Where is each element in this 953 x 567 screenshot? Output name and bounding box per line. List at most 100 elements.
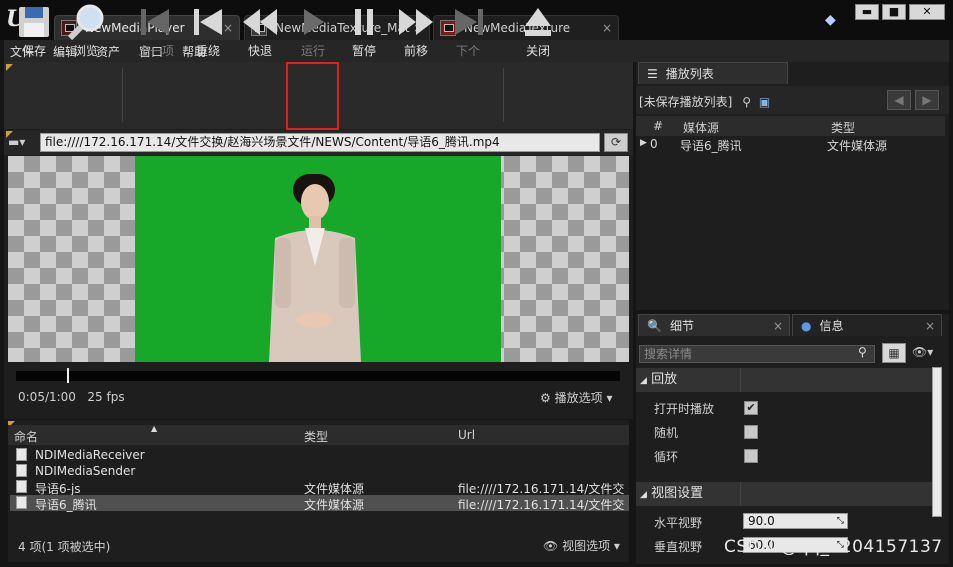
- play-button-highlight: [286, 62, 339, 130]
- hfov-value: 90.0: [748, 514, 775, 528]
- save-disk-icon[interactable]: ▣: [759, 95, 770, 109]
- property-matrix-button[interactable]: ▦: [882, 343, 906, 363]
- playback-options-label: 播放选项: [554, 391, 603, 405]
- play-button[interactable]: 运行: [287, 2, 339, 64]
- view-options-label: 视图选项: [562, 539, 611, 553]
- minimize-button[interactable]: ▬: [855, 4, 879, 20]
- video-frame: [135, 156, 501, 362]
- eject-icon: [512, 2, 564, 42]
- save-button[interactable]: 保存: [8, 2, 60, 64]
- seek-handle[interactable]: [67, 368, 69, 383]
- playback-options-button[interactable]: ⚙ 播放选项 ▾: [540, 389, 612, 406]
- close-window-button[interactable]: ✕: [909, 4, 945, 20]
- list-item[interactable]: 导语6-js 文件媒体源 file:////172.16.171.14/文件交: [10, 479, 629, 496]
- close-icon[interactable]: ×: [602, 21, 612, 35]
- column-index-header: #: [653, 119, 664, 133]
- forward-label: 前移: [403, 44, 428, 58]
- list-item-selected[interactable]: 导语6_腾讯 文件媒体源 file:////172.16.171.14/文件交: [10, 495, 629, 512]
- eye-icon: 👁: [543, 539, 559, 553]
- seek-bar[interactable]: [16, 371, 620, 381]
- browse-label: 浏览: [73, 44, 98, 58]
- category-label: 视图设置: [651, 486, 704, 501]
- fast-reverse-icon: [234, 2, 286, 42]
- details-magnifier-icon: 🔍: [647, 318, 662, 333]
- item-name: NDIMediaSender: [35, 464, 136, 478]
- graduation-cap-icon[interactable]: ◆: [825, 12, 843, 28]
- row-type: 文件媒体源: [827, 139, 888, 153]
- panel-corner-marker: [6, 64, 13, 71]
- tab-details[interactable]: 🔍 细节 ×: [638, 314, 790, 336]
- eye-icon[interactable]: 👁▾: [912, 345, 933, 359]
- item-name: 导语6_腾讯: [35, 498, 97, 512]
- next-button[interactable]: 下个: [442, 2, 494, 64]
- column-source-header: 媒体源: [683, 121, 720, 135]
- column-url-header[interactable]: Url: [458, 428, 475, 442]
- folder-dropdown-icon[interactable]: ▬▾: [8, 135, 34, 151]
- play-on-open-checkbox[interactable]: ✔: [744, 401, 758, 415]
- forward-button[interactable]: 前移: [390, 2, 442, 64]
- browse-button[interactable]: 浏览: [60, 2, 112, 64]
- magnifier-icon: [60, 2, 112, 42]
- category-playback[interactable]: ◢ 回放: [636, 368, 936, 392]
- details-tab-label: 细节: [669, 319, 694, 333]
- frame-rate: 25 fps: [87, 390, 125, 404]
- search-icon[interactable]: ⚲: [742, 95, 751, 109]
- item-type: 文件媒体源: [304, 498, 365, 512]
- collapse-triangle-icon: ◢: [640, 490, 647, 500]
- hfov-input[interactable]: 90.0 ⤡: [743, 513, 848, 529]
- rewind-to-start-icon: [182, 2, 234, 42]
- nav-back-button[interactable]: ◀: [887, 90, 911, 110]
- sort-ascending-icon: ▲: [151, 424, 158, 433]
- playlist-name: [未保存播放列表] ⚲ ▣: [639, 93, 770, 110]
- nav-forward-button[interactable]: ▶: [915, 90, 939, 110]
- tab-playlist[interactable]: ☰ 播放列表: [638, 62, 788, 84]
- maximize-button[interactable]: ■: [882, 4, 906, 20]
- toolbar-separator: [122, 68, 123, 122]
- item-count-status: 4 项(1 项被选中): [18, 540, 111, 554]
- close-icon[interactable]: ×: [773, 319, 783, 333]
- rewind-button[interactable]: 重绕: [182, 2, 234, 64]
- view-options-button[interactable]: 👁 视图选项 ▾: [543, 537, 620, 554]
- column-type-header[interactable]: 类型: [304, 428, 328, 445]
- tab-info[interactable]: ● 信息 ×: [792, 314, 942, 336]
- details-search-input[interactable]: 搜索详情: [639, 345, 875, 363]
- item-name: NDIMediaReceiver: [35, 448, 145, 462]
- prop-loop-label: 循环: [654, 450, 679, 464]
- rewind-label: 重绕: [195, 44, 220, 58]
- info-tab-label: 信息: [819, 319, 844, 333]
- skip-previous-icon: [130, 2, 182, 42]
- shuffle-checkbox[interactable]: [744, 425, 758, 439]
- list-item[interactable]: NDIMediaReceiver: [10, 447, 629, 463]
- search-icon[interactable]: ⚲: [858, 345, 874, 363]
- playlist-row[interactable]: ▶ 0 导语6_腾讯 文件媒体源: [636, 137, 945, 153]
- pause-button[interactable]: 暂停: [338, 2, 390, 64]
- previous-label: 上一项: [137, 44, 174, 58]
- play-icon: [287, 2, 339, 42]
- next-label: 下个: [455, 44, 480, 58]
- collapse-triangle-icon: ◢: [640, 376, 647, 386]
- reload-icon[interactable]: ⟳: [604, 133, 628, 152]
- previous-button[interactable]: 上一项: [130, 2, 182, 64]
- close-icon[interactable]: ×: [925, 319, 935, 333]
- prop-hfov-label: 水平视野: [654, 516, 703, 530]
- pause-icon: [338, 2, 390, 42]
- time-position: 0:05/1:00: [18, 390, 76, 404]
- reverse-button[interactable]: 快退: [234, 2, 286, 64]
- file-icon: [16, 464, 27, 477]
- row-index: 0: [650, 137, 658, 151]
- info-icon: ●: [801, 318, 812, 333]
- category-view-settings[interactable]: ◢ 视图设置: [636, 482, 936, 506]
- column-divider: [740, 482, 741, 506]
- pause-label: 暂停: [351, 44, 376, 58]
- column-type-header: 类型: [831, 121, 856, 135]
- media-url-input[interactable]: file:////172.16.171.14/文件交换/赵海兴场景文件/NEWS…: [40, 133, 600, 152]
- watermark-text: CSDN @qq_1204157137: [724, 537, 943, 557]
- details-scrollbar[interactable]: [932, 367, 942, 517]
- reverse-label: 快退: [247, 44, 272, 58]
- list-item[interactable]: NDIMediaSender: [10, 463, 629, 479]
- list-icon: ☰: [647, 66, 658, 81]
- column-name-header[interactable]: 命名: [14, 428, 38, 445]
- close-media-button[interactable]: 关闭: [512, 2, 564, 64]
- loop-checkbox[interactable]: [744, 449, 758, 463]
- gear-icon: ⚙: [540, 391, 551, 405]
